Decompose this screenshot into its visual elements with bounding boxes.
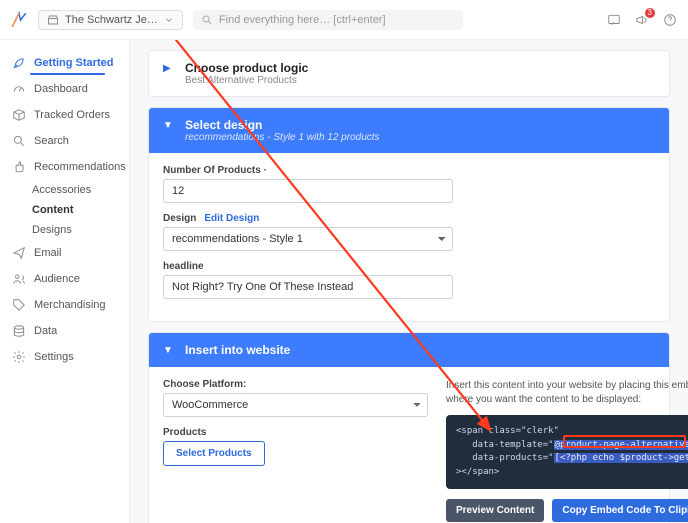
card-product-logic[interactable]: ▶ Choose product logic Best Alternative …	[148, 50, 670, 97]
help-icon[interactable]	[662, 12, 678, 28]
card-title: Choose product logic	[185, 61, 308, 75]
panel-header-design[interactable]: ▼ Select design recommendations - Style …	[149, 108, 669, 153]
tag-icon	[12, 298, 26, 312]
chevron-right-icon: ▶	[163, 61, 175, 74]
sidebar-item-merchandising[interactable]: Merchandising	[0, 292, 129, 318]
sidebar-label: Search	[34, 135, 69, 147]
sidebar-label: Tracked Orders	[34, 109, 110, 121]
store-icon	[47, 14, 59, 26]
sidebar-label: Getting Started	[34, 57, 113, 69]
sidebar-label: Data	[34, 325, 57, 337]
topbar: The Schwartz Je… Find everything here… […	[0, 0, 688, 40]
annotation-highlight	[563, 435, 686, 448]
sidebar-item-recommendations[interactable]: Recommendations	[0, 154, 129, 180]
feedback-icon[interactable]	[606, 12, 622, 28]
headline-label: headline	[163, 261, 655, 272]
main-content: ▶ Choose product logic Best Alternative …	[130, 40, 688, 523]
sidebar-label: Merchandising	[34, 299, 106, 311]
headline-input[interactable]	[163, 275, 453, 299]
sidebar-label: Audience	[34, 273, 80, 285]
chevron-down-icon: ▼	[163, 343, 175, 356]
sidebar-item-data[interactable]: Data	[0, 318, 129, 344]
sidebar-sub-content[interactable]: Content	[0, 200, 129, 220]
gauge-icon	[12, 82, 26, 96]
topbar-right: 3	[606, 12, 678, 28]
sidebar-label: Recommendations	[34, 161, 126, 173]
gear-icon	[12, 350, 26, 364]
database-icon	[12, 324, 26, 338]
search-placeholder: Find everything here… [ctrl+enter]	[219, 14, 386, 26]
notification-badge: 3	[645, 8, 655, 18]
platform-select[interactable]: WooCommerce	[163, 393, 428, 417]
announcements-icon[interactable]: 3	[634, 12, 650, 28]
store-name: The Schwartz Je…	[65, 14, 158, 26]
package-icon	[12, 108, 26, 122]
rocket-icon	[12, 56, 26, 70]
products-label: Products	[163, 427, 428, 438]
chevron-down-icon: ▼	[163, 118, 175, 131]
sidebar-label: Dashboard	[34, 83, 88, 95]
design-select[interactable]: recommendations - Style 1	[163, 227, 453, 251]
edit-design-link[interactable]: Edit Design	[204, 213, 259, 224]
sidebar-label: Email	[34, 247, 62, 259]
search-icon	[12, 134, 26, 148]
panel-title: Insert into website	[185, 343, 290, 357]
sidebar-item-audience[interactable]: Audience	[0, 266, 129, 292]
card-subtitle: Best Alternative Products	[185, 75, 308, 86]
sidebar-item-email[interactable]: Email	[0, 240, 129, 266]
chevron-down-icon	[164, 15, 174, 25]
num-products-input[interactable]	[163, 179, 453, 203]
sidebar-item-dashboard[interactable]: Dashboard	[0, 76, 129, 102]
sidebar-item-search[interactable]: Search	[0, 128, 129, 154]
global-search[interactable]: Find everything here… [ctrl+enter]	[193, 10, 463, 30]
panel-header-insert[interactable]: ▼ Insert into website	[149, 333, 669, 367]
sidebar-item-tracked-orders[interactable]: Tracked Orders	[0, 102, 129, 128]
sidebar-item-settings[interactable]: Settings	[0, 344, 129, 370]
sidebar-item-getting-started[interactable]: Getting Started	[0, 50, 129, 76]
sidebar-sub-accessories[interactable]: Accessories	[0, 180, 129, 200]
store-selector[interactable]: The Schwartz Je…	[38, 10, 183, 30]
app-logo	[10, 11, 28, 29]
users-icon	[12, 272, 26, 286]
select-products-button[interactable]: Select Products	[163, 441, 265, 466]
panel-subtitle: recommendations - Style 1 with 12 produc…	[185, 132, 380, 143]
panel-title: Select design	[185, 118, 380, 132]
card-insert-website: ▼ Insert into website Choose Platform: W…	[148, 332, 670, 523]
thumbs-up-icon	[12, 160, 26, 174]
num-products-label: Number Of Products ·	[163, 165, 655, 176]
sidebar-sub-designs[interactable]: Designs	[0, 220, 129, 240]
embed-code-box[interactable]: <span class="clerk" data-template="@prod…	[446, 415, 688, 489]
copy-embed-button[interactable]: Copy Embed Code To Clipboard	[552, 499, 688, 522]
preview-content-button[interactable]: Preview Content	[446, 499, 544, 522]
search-icon	[201, 14, 213, 26]
platform-label: Choose Platform:	[163, 379, 428, 390]
sidebar: Getting Started Dashboard Tracked Orders…	[0, 40, 130, 523]
design-label: Design	[163, 213, 196, 224]
sidebar-label: Settings	[34, 351, 74, 363]
insert-description: Insert this content into your website by…	[446, 379, 688, 407]
card-select-design: ▼ Select design recommendations - Style …	[148, 107, 670, 322]
send-icon	[12, 246, 26, 260]
